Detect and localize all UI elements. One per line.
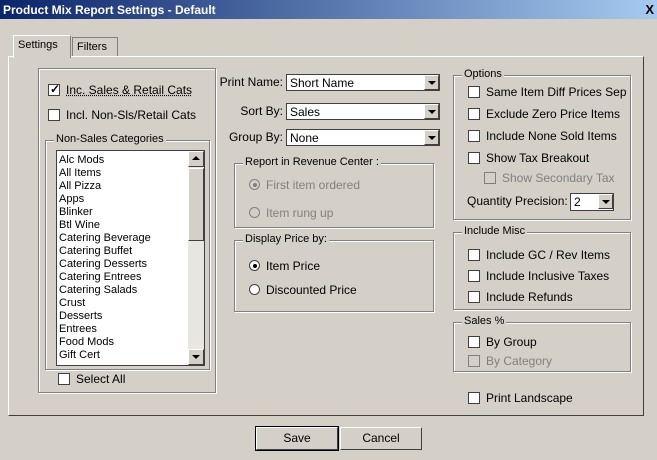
print-landscape-label: Print Landscape — [486, 391, 573, 405]
first-item-ordered-radio[interactable] — [249, 179, 260, 190]
options-title: Options — [462, 68, 504, 80]
list-item[interactable]: All Items — [59, 167, 101, 180]
close-button[interactable]: X — [645, 2, 654, 17]
qty-precision-label: Quantity Precision: — [467, 194, 568, 208]
incl-non-sls-checkbox[interactable] — [48, 109, 60, 121]
cancel-button[interactable]: Cancel — [340, 427, 422, 450]
revenue-center-title: Report in Revenue Center : — [243, 156, 381, 168]
by-category-checkbox[interactable] — [468, 355, 480, 367]
by-category-label: By Category — [486, 354, 553, 368]
qty-precision-dropdown-button[interactable] — [598, 194, 613, 209]
tab-settings[interactable]: Settings — [13, 35, 71, 58]
include-none-sold-checkbox[interactable] — [468, 130, 480, 142]
revenue-center-group: Report in Revenue Center : — [234, 156, 434, 228]
list-item[interactable]: Alc Mods — [59, 154, 104, 167]
list-item[interactable]: Blinker — [59, 206, 93, 219]
save-button[interactable]: Save — [255, 426, 339, 451]
list-item[interactable]: Catering Entrees — [59, 271, 142, 284]
tab-filters[interactable]: Filters — [72, 37, 118, 56]
group-by-dropdown-button[interactable] — [424, 130, 439, 145]
group-by-label: Group By: — [228, 130, 283, 144]
item-price-label: Item Price — [266, 259, 321, 273]
chevron-down-icon — [428, 110, 436, 114]
inc-sales-retail-checkbox[interactable]: ✓ — [48, 82, 61, 96]
print-name-dropdown-button[interactable] — [424, 75, 439, 90]
exclude-zero-price-label: Exclude Zero Price Items — [486, 107, 621, 121]
sales-percent-title: Sales % — [462, 315, 507, 327]
include-gc-rev-checkbox[interactable] — [468, 249, 480, 261]
include-refunds-label: Include Refunds — [486, 290, 573, 304]
list-item[interactable]: Food Mods — [59, 336, 114, 349]
categories-listbox[interactable]: Alc Mods All Items All Pizza Apps Blinker Btl… — [56, 150, 205, 366]
scroll-up-button[interactable] — [188, 151, 204, 167]
select-all-checkbox[interactable] — [58, 373, 70, 385]
print-name-label: Print Name: — [219, 75, 283, 89]
incl-non-sls-label: Incl. Non-Sls/Retail Cats — [66, 108, 197, 122]
title-bar: Product Mix Report Settings - Default X — [0, 0, 657, 19]
list-item[interactable]: Apps — [59, 193, 84, 206]
include-inclusive-taxes-label: Include Inclusive Taxes — [486, 269, 610, 283]
qty-precision-select[interactable]: 2 — [570, 193, 614, 211]
same-item-diff-prices-checkbox[interactable] — [468, 86, 480, 98]
same-item-diff-prices-label: Same Item Diff Prices Sep — [486, 85, 627, 99]
list-item[interactable]: Catering Buffet — [59, 245, 132, 258]
item-rung-up-label: Item rung up — [266, 206, 334, 220]
by-group-checkbox[interactable] — [468, 336, 480, 348]
first-item-ordered-label: First item ordered — [266, 178, 361, 192]
include-inclusive-taxes-checkbox[interactable] — [468, 270, 480, 282]
by-group-label: By Group — [486, 335, 537, 349]
include-misc-title: Include Misc — [462, 225, 528, 237]
show-tax-breakout-label: Show Tax Breakout — [486, 151, 590, 165]
qty-precision-value: 2 — [574, 195, 581, 209]
list-item[interactable]: Btl Wine — [59, 219, 100, 232]
sort-by-dropdown-button[interactable] — [424, 104, 439, 119]
arrow-down-icon — [192, 355, 200, 359]
sort-by-label: Sort By: — [240, 104, 283, 118]
group-by-value: None — [290, 131, 319, 145]
radio-dot — [253, 183, 257, 187]
window-title: Product Mix Report Settings - Default — [3, 3, 216, 17]
list-item[interactable]: Catering Salads — [59, 284, 137, 297]
print-name-value: Short Name — [290, 76, 355, 90]
select-all-label: Select All — [76, 372, 126, 386]
discounted-price-radio[interactable] — [249, 284, 260, 295]
include-gc-rev-label: Include GC / Rev Items — [486, 248, 611, 262]
non-sales-title: Non-Sales Categories — [54, 133, 166, 145]
include-refunds-checkbox[interactable] — [468, 291, 480, 303]
scroll-down-button[interactable] — [188, 349, 204, 365]
list-item[interactable]: Gift Cert — [59, 349, 100, 362]
list-item[interactable]: Crust — [59, 297, 85, 310]
print-landscape-checkbox[interactable] — [468, 392, 480, 404]
sort-by-select[interactable]: Sales — [286, 103, 440, 120]
chevron-down-icon — [428, 81, 436, 85]
list-item[interactable]: Desserts — [59, 310, 102, 323]
check-mark-icon: ✓ — [50, 82, 61, 96]
list-item[interactable]: All Pizza — [59, 180, 101, 193]
display-price-group: Display Price by: — [234, 233, 434, 312]
print-name-select[interactable]: Short Name — [286, 74, 440, 91]
show-tax-breakout-checkbox[interactable] — [468, 152, 480, 164]
categories-scrollbar[interactable] — [188, 151, 204, 365]
group-by-select[interactable]: None — [286, 129, 440, 146]
chevron-down-icon — [602, 200, 610, 204]
display-price-title: Display Price by: — [243, 233, 329, 245]
item-price-radio[interactable] — [249, 260, 260, 271]
discounted-price-label: Discounted Price — [266, 283, 357, 297]
show-secondary-tax-checkbox[interactable] — [484, 172, 496, 184]
radio-dot — [253, 264, 257, 268]
show-secondary-tax-label: Show Secondary Tax — [502, 171, 615, 185]
list-item[interactable]: Catering Desserts — [59, 258, 147, 271]
inc-sales-retail-label: Inc. Sales & Retail Cats — [66, 83, 193, 97]
scroll-thumb[interactable] — [188, 168, 204, 241]
sort-by-value: Sales — [290, 105, 321, 119]
exclude-zero-price-checkbox[interactable] — [468, 108, 480, 120]
include-none-sold-label: Include None Sold Items — [486, 129, 617, 143]
arrow-up-icon — [192, 156, 200, 160]
chevron-down-icon — [428, 136, 436, 140]
list-item[interactable]: Catering Beverage — [59, 232, 151, 245]
list-item[interactable]: Entrees — [59, 323, 97, 336]
item-rung-up-radio[interactable] — [249, 207, 260, 218]
